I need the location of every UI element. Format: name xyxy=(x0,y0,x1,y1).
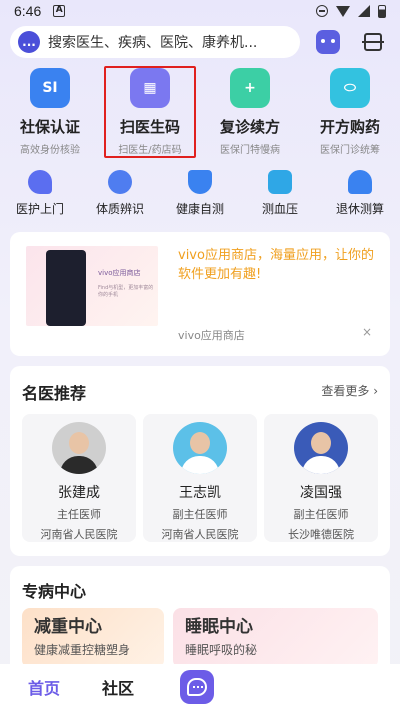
chat-button[interactable] xyxy=(180,670,215,704)
ad-source: vivo应用商店 xyxy=(178,329,245,342)
service-blood-pressure[interactable]: 测血压 xyxy=(240,170,320,218)
meditation-icon xyxy=(108,170,132,194)
doctor-title: 副主任医师 xyxy=(293,508,349,521)
quick-action-title: 复诊续方 xyxy=(219,118,280,136)
specialty-section-title: 专病中心 xyxy=(22,582,87,601)
search-row: ... 搜索医生、疾病、医院、康养机... xyxy=(10,26,390,58)
specialty-name: 减重中心 xyxy=(34,617,102,637)
notification-a-icon: A xyxy=(53,5,66,17)
doctor-name: 凌国强 xyxy=(300,485,342,501)
specialty-desc: 睡眠呼吸的秘 xyxy=(185,643,258,657)
quick-action-subtitle: 医保门特慢病 xyxy=(220,145,280,156)
wifi-icon xyxy=(336,5,350,17)
status-bar: 6:46 A xyxy=(0,0,400,22)
service-retirement[interactable]: 退休测算 xyxy=(320,170,400,218)
service-label: 健康自测 xyxy=(175,202,224,216)
heart-home-icon xyxy=(28,170,52,194)
ai-assistant-icon[interactable] xyxy=(316,30,340,54)
bottom-tab-bar: 首页 社区 xyxy=(0,664,400,710)
quick-action-subtitle: 医保门诊统筹 xyxy=(320,145,380,156)
service-self-test[interactable]: 健康自测 xyxy=(160,170,240,218)
doctor-hospital: 长沙唯德医院 xyxy=(288,528,354,541)
doctor-name: 王志凯 xyxy=(179,485,221,501)
quick-action-social-security[interactable]: SI 社保认证 高效身份核验 xyxy=(0,68,100,158)
ad-image-title: vivo应用商店 xyxy=(98,269,141,277)
quick-action-subtitle: 高效身份核验 xyxy=(20,145,80,156)
doctor-avatar xyxy=(294,422,348,474)
ad-image-text: Find与机型，更加丰富的你的手机 xyxy=(98,285,154,298)
si-icon: SI xyxy=(30,68,70,108)
doctors-section-title: 名医推荐 xyxy=(22,384,87,403)
specialty-weight-loss[interactable]: 减重中心 健康减重控糖塑身 xyxy=(22,608,164,666)
shield-pulse-icon xyxy=(188,170,212,194)
doctor-card[interactable]: 凌国强 副主任医师 长沙唯德医院 xyxy=(264,414,378,542)
highlight-box xyxy=(104,66,196,158)
scan-icon[interactable] xyxy=(362,33,384,51)
app-logo-icon: ... xyxy=(18,31,40,53)
chat-plus-icon: + xyxy=(230,68,270,108)
tab-community[interactable]: 社区 xyxy=(102,675,134,699)
quick-actions: SI 社保认证 高效身份核验 ▦ 扫医生码 扫医生/药店码 + 复诊续方 医保门… xyxy=(0,68,400,158)
phone-image xyxy=(46,250,86,326)
ad-close-icon[interactable]: × xyxy=(362,325,372,339)
quick-action-buy-medicine[interactable]: ⬭ 开方购药 医保门诊统筹 xyxy=(300,68,400,158)
service-label: 体质辨识 xyxy=(95,202,144,216)
specialty-sleep[interactable]: 睡眠中心 睡眠呼吸的秘 xyxy=(173,608,378,666)
specialty-card: 专病中心 减重中心 健康减重控糖塑身 睡眠中心 睡眠呼吸的秘 xyxy=(10,566,390,666)
doctor-name: 张建成 xyxy=(58,485,100,501)
chat-bubble-icon xyxy=(187,678,208,696)
status-icons xyxy=(316,4,386,18)
capsule-icon: ⬭ xyxy=(330,68,370,108)
search-placeholder: 搜索医生、疾病、医院、康养机... xyxy=(48,35,258,51)
person-calc-icon xyxy=(348,170,372,194)
status-time: 6:46 xyxy=(14,3,42,19)
doctor-avatar xyxy=(52,422,106,474)
ad-image: vivo应用商店 Find与机型，更加丰富的你的手机 xyxy=(26,246,158,326)
quick-action-follow-up[interactable]: + 复诊续方 医保门特慢病 xyxy=(200,68,300,158)
quick-action-title: 开方购药 xyxy=(319,118,380,136)
doctor-card[interactable]: 王志凯 副主任医师 河南省人民医院 xyxy=(143,414,257,542)
doctor-title: 主任医师 xyxy=(57,508,101,521)
quick-action-title: 社保认证 xyxy=(19,118,80,136)
doctors-card: 名医推荐 查看更多 › 张建成 主任医师 河南省人民医院 王志凯 副主任医师 河… xyxy=(10,366,390,556)
tab-home[interactable]: 首页 xyxy=(28,675,60,699)
service-label: 退休测算 xyxy=(335,202,384,216)
monitor-icon xyxy=(268,170,292,194)
ad-text: vivo应用商店，海量应用，让你的软件更加有趣! xyxy=(178,248,374,282)
doctor-title: 副主任医师 xyxy=(172,508,228,521)
doctor-hospital: 河南省人民医院 xyxy=(161,528,239,541)
service-constitution[interactable]: 体质辨识 xyxy=(80,170,160,218)
dnd-icon xyxy=(316,5,328,17)
doctor-avatar xyxy=(173,422,227,474)
signal-icon xyxy=(358,5,370,17)
service-shortcuts: 医护上门 体质辨识 健康自测 测血压 退休测算 xyxy=(0,170,400,218)
specialty-desc: 健康减重控糖塑身 xyxy=(34,643,131,657)
service-home-care[interactable]: 医护上门 xyxy=(0,170,80,218)
search-input[interactable]: ... 搜索医生、疾病、医院、康养机... xyxy=(10,26,300,58)
ad-card[interactable]: vivo应用商店 Find与机型，更加丰富的你的手机 vivo应用商店，海量应用… xyxy=(10,232,390,356)
doctor-card[interactable]: 张建成 主任医师 河南省人民医院 xyxy=(22,414,136,542)
specialty-name: 睡眠中心 xyxy=(185,617,253,637)
view-more-link[interactable]: 查看更多 › xyxy=(321,382,378,399)
service-label: 医护上门 xyxy=(15,202,64,216)
doctor-hospital: 河南省人民医院 xyxy=(40,528,118,541)
battery-icon xyxy=(378,4,386,18)
service-label: 测血压 xyxy=(261,202,298,216)
